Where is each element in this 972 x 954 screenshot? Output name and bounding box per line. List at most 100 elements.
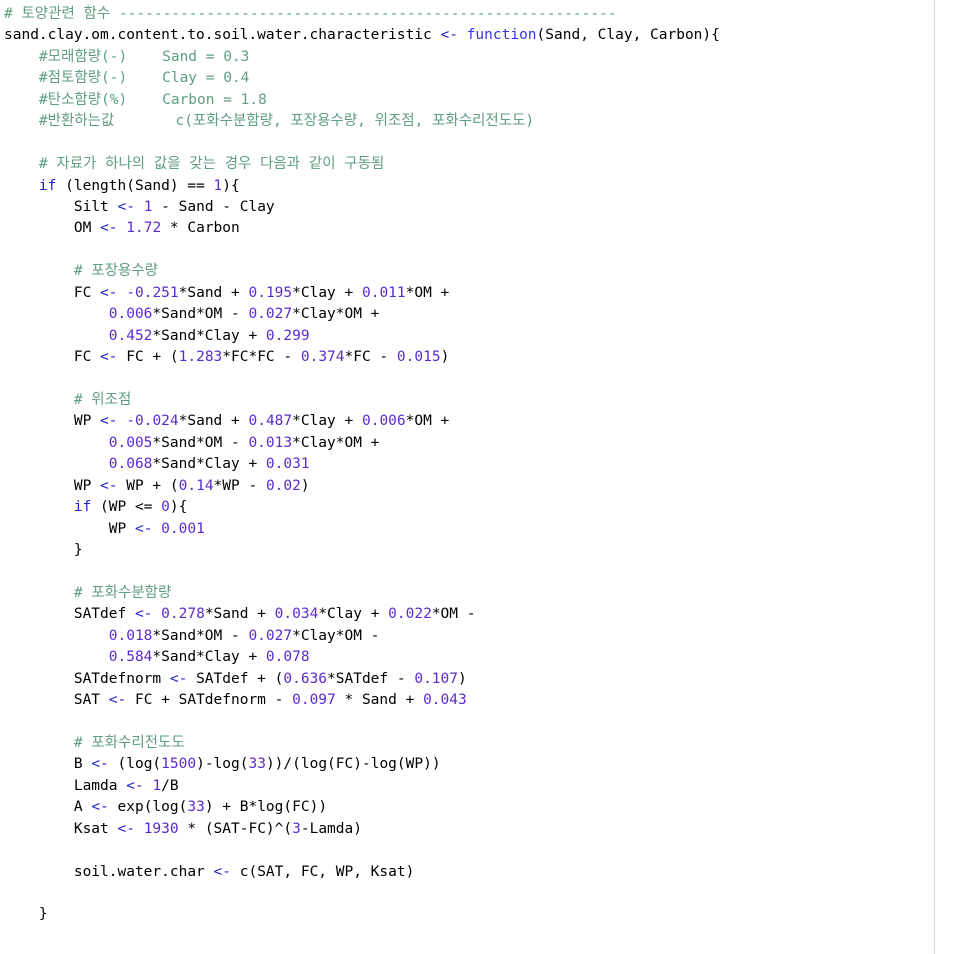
code-token-pl: WP [108,520,135,537]
code-token-kw: if [73,499,92,516]
code-line[interactable]: Lamda <- 1/B [4,776,972,797]
code-token-pl: OM [73,220,101,237]
code-line[interactable]: soil.water.char <- c(SAT, FC, WP, Ksat) [4,862,972,883]
code-line[interactable]: 0.068*Sand*Clay + 0.031 [4,454,972,475]
code-line[interactable]: 0.584*Sand*Clay + 0.078 [4,647,972,668]
code-token-num: 0 [161,499,170,516]
code-line[interactable]: Silt <- 1 - Sand - Clay [4,197,972,218]
code-line[interactable]: B <- (log(1500)-log(33))/(log(FC)-log(WP… [4,754,972,775]
code-token-pl: SATdef [73,606,135,623]
code-line[interactable]: if (WP <= 0){ [4,497,972,518]
code-token-num: 0.027 [248,306,293,323]
code-content[interactable]: # 토양관련 함수 ------------------------------… [4,4,972,926]
code-token-pl: *Clay + [318,606,389,623]
code-token-pl: SATdefnorm [73,670,170,687]
code-token-pl: (Sand, Clay, Carbon){ [536,27,720,44]
code-line[interactable]: WP <- 0.001 [4,519,972,540]
code-token-pl: * Carbon [161,220,240,237]
code-token-cm: # 포장용수량 [73,263,159,280]
code-token-pl: - Sand - Clay [152,198,275,215]
code-line[interactable]: OM <- 1.72 * Carbon [4,218,972,239]
code-line[interactable]: # 포장용수량 [4,261,972,282]
code-token-pl: *Clay + [292,413,362,430]
code-line[interactable]: SATdefnorm <- SATdef + (0.636*SATdef - 0… [4,669,972,690]
code-line[interactable]: 0.006*Sand*OM - 0.027*Clay*OM + [4,304,972,325]
code-line[interactable]: SATdef <- 0.278*Sand + 0.034*Clay + 0.02… [4,604,972,625]
code-line[interactable] [4,711,972,732]
code-token-pl: *OM + [405,284,450,301]
code-line[interactable]: #탄소함량(%) Carbon = 1.8 [4,90,972,111]
code-line[interactable] [4,883,972,904]
code-token-kw: <- [134,606,153,623]
code-line[interactable]: sand.clay.om.content.to.soil.water.chara… [4,25,972,46]
code-token-num: 0.015 [396,349,441,365]
code-line[interactable] [4,368,972,389]
code-line[interactable]: #모래함량(-) Sand = 0.3 [4,47,972,68]
code-token-pl: (WP <= [91,499,162,516]
code-line[interactable]: # 포화수리전도도 [4,733,972,754]
code-token-pl: Lamda [73,777,127,794]
code-line[interactable]: # 위조점 [4,390,972,411]
code-token-pl: Ksat [73,820,118,837]
code-token-num: 0.001 [161,520,205,537]
code-line[interactable] [4,133,972,154]
code-token-pl: B [73,756,92,773]
code-line[interactable]: # 토양관련 함수 ------------------------------… [4,4,972,25]
code-editor[interactable]: # 토양관련 함수 ------------------------------… [0,0,972,954]
code-line[interactable]: } [4,540,972,561]
code-line[interactable]: SAT <- FC + SATdefnorm - 0.097 * Sand + … [4,690,972,711]
code-line[interactable]: # 포화수분함량 [4,583,972,604]
code-token-num: 0.14 [178,477,214,494]
code-token-num: 0.043 [423,692,467,708]
code-line[interactable]: A <- exp(log(33) + B*log(FC)) [4,797,972,818]
code-line[interactable]: # 자료가 하나의 값을 갖는 경우 다음과 같이 구동됨 [4,154,972,175]
code-token-cm: #모래함량(-) Sand = 0.3 [38,48,250,65]
code-token-pl: c(SAT, FC, WP, Ksat) [231,863,415,880]
code-token-pl: length(Sand) == [73,177,214,194]
code-token-num: 0.034 [274,606,319,623]
code-line[interactable]: FC <- -0.251*Sand + 0.195*Clay + 0.011*O… [4,283,972,304]
code-token-kw: <- [91,799,109,816]
code-line[interactable]: FC <- FC + (1.283*FC*FC - 0.374*FC - 0.0… [4,347,972,368]
code-line[interactable] [4,240,972,261]
code-token-kw: <- [91,756,109,773]
code-token-pl: *Sand*OM - [152,434,249,451]
code-token-pl: *SATdef - [327,670,415,687]
code-line[interactable]: WP <- WP + (0.14*WP - 0.02) [4,476,972,497]
code-line[interactable] [4,561,972,582]
code-token-pl: ) + B*log(FC)) [204,799,328,816]
code-line[interactable]: #반환하는값 c(포화수분함량, 포장용수량, 위조점, 포화수리전도도) [4,111,972,132]
code-line[interactable]: #점토함량(-) Clay = 0.4 [4,68,972,89]
code-token-pl: *Clay*OM - [292,627,380,644]
code-line[interactable] [4,840,972,861]
code-token-num: -0.251 [126,284,179,301]
code-line[interactable]: WP <- -0.024*Sand + 0.487*Clay + 0.006*O… [4,411,972,432]
code-line[interactable]: 0.005*Sand*OM - 0.013*Clay*OM + [4,433,972,454]
code-token-cm: # 위조점 [73,391,132,408]
code-line[interactable]: if (length(Sand) == 1){ [4,176,972,197]
code-token-pl: WP + ( [117,477,179,494]
code-line[interactable]: } [4,904,972,925]
code-token-num: 0.299 [265,327,310,344]
code-token-num: 0.031 [265,456,310,473]
code-token-fn: function [466,27,537,44]
code-line[interactable]: 0.452*Sand*Clay + 0.299 [4,326,972,347]
code-line[interactable]: 0.018*Sand*OM - 0.027*Clay*OM - [4,626,972,647]
code-token-kw: <- [100,477,118,494]
code-line[interactable]: Ksat <- 1930 * (SAT-FC)^(3-Lamda) [4,819,972,840]
code-token-pl: SATdef + ( [187,670,284,687]
code-token-pl: *Sand + [178,413,249,430]
